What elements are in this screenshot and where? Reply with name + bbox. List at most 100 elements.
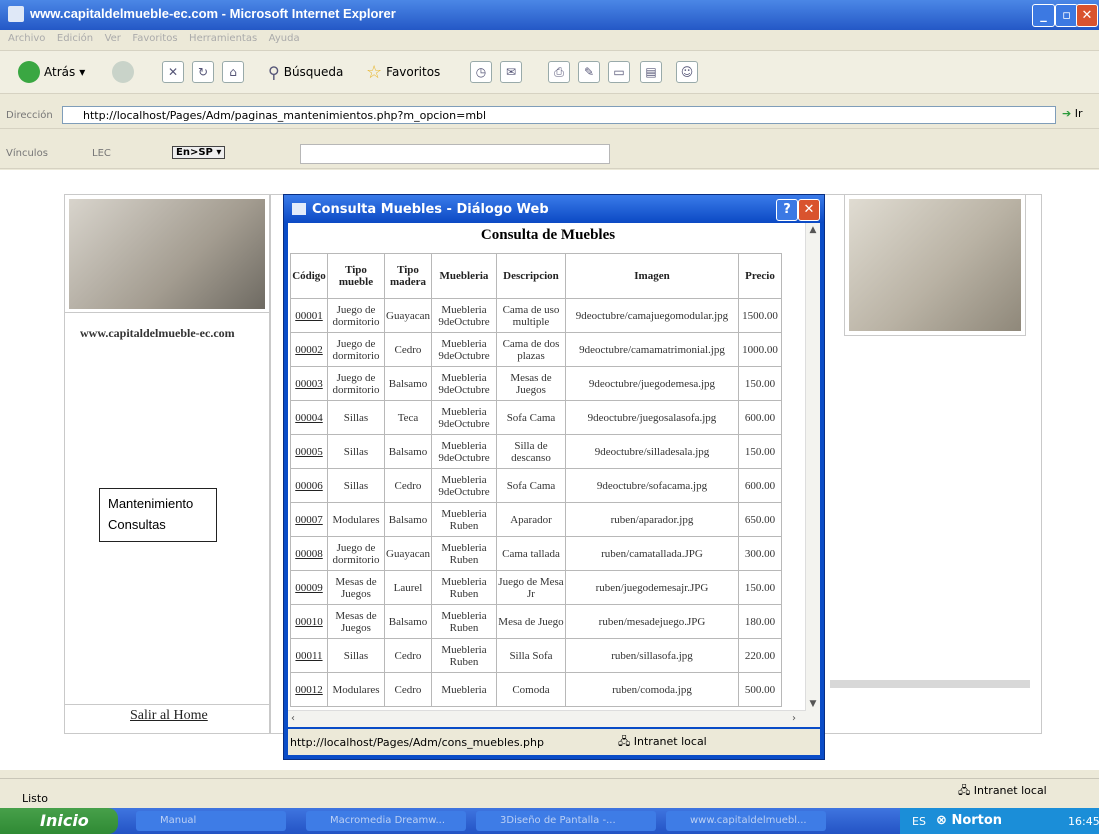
cell-imagen: ruben/juegodemesajr.JPG — [564, 570, 739, 605]
cell-codigo[interactable]: 00006 — [290, 468, 328, 503]
scroll-up-icon[interactable]: ▲ — [808, 225, 818, 235]
cell-precio: 1000.00 — [737, 332, 782, 367]
norton-icon: ⊗ — [936, 813, 947, 828]
go-button[interactable]: ➔ Ir — [1062, 107, 1083, 120]
scroll-left-icon[interactable]: ‹ — [291, 713, 295, 724]
page-hscroll[interactable] — [830, 680, 1030, 688]
task-dreamweaver[interactable]: Macromedia Dreamw... — [306, 811, 466, 831]
dialog-close-button[interactable]: ✕ — [798, 199, 820, 221]
task-diseno[interactable]: 3Diseño de Pantalla -... — [476, 811, 656, 831]
favorites-button[interactable]: ☆ Favoritos — [366, 59, 440, 85]
site-name: www.capitaldelmueble-ec.com — [80, 326, 235, 340]
cell-codigo[interactable]: 00005 — [290, 434, 328, 469]
table-row: 00011 Sillas Cedro Muebleria Ruben Silla Sof… — [290, 638, 782, 673]
scroll-down-icon[interactable]: ▼ — [808, 699, 818, 709]
history-button[interactable]: ◷ — [470, 59, 492, 85]
menu-herramientas[interactable]: Herramientas — [189, 33, 257, 44]
lec-link[interactable]: LEC — [92, 148, 111, 159]
print-button[interactable]: ⎙ — [548, 59, 570, 85]
dialog-hscroll[interactable]: ‹ › — [288, 710, 806, 727]
exit-home-link[interactable]: Salir al Home — [130, 708, 208, 724]
menu-consultas[interactable]: Consultas — [108, 514, 208, 535]
task-ie[interactable]: www.capitaldelmuebl... — [666, 811, 826, 831]
cell-descripcion: Cama tallada — [495, 536, 566, 571]
norton-tray[interactable]: ⊗ Norton — [936, 813, 1002, 828]
dialog-status-zone: 🖧 Intranet local — [618, 735, 707, 748]
status-zone: 🖧 Intranet local — [958, 784, 1047, 797]
cell-codigo[interactable]: 00011 — [290, 638, 328, 673]
col-imagen: Imagen — [564, 253, 739, 299]
task-manual[interactable]: Manual — [136, 811, 286, 831]
menu-favoritos[interactable]: Favoritos — [132, 33, 177, 44]
links-search-input[interactable] — [300, 144, 610, 164]
cell-codigo[interactable]: 00001 — [290, 298, 328, 333]
cell-codigo[interactable]: 00008 — [290, 536, 328, 571]
col-tipo-madera: Tipo madera — [384, 253, 432, 299]
cell-precio: 220.00 — [737, 638, 782, 673]
cell-imagen: 9deoctubre/silladesala.jpg — [564, 434, 739, 469]
status-text: Listo — [22, 792, 48, 805]
start-button[interactable]: Inicio — [0, 808, 118, 834]
stop-icon: ✕ — [162, 61, 184, 83]
cell-tipo-madera: Guayacan — [384, 298, 432, 333]
menu-ver[interactable]: Ver — [105, 33, 121, 44]
refresh-button[interactable]: ↻ — [192, 59, 214, 85]
cell-tipo-mueble: Sillas — [327, 400, 385, 435]
cell-tipo-mueble: Mesas de Juegos — [327, 570, 385, 605]
back-button[interactable]: Atrás ▾ — [18, 59, 85, 85]
menu-ayuda[interactable]: Ayuda — [269, 33, 300, 44]
cell-codigo[interactable]: 00004 — [290, 400, 328, 435]
discuss-button[interactable]: ▭ — [608, 59, 630, 85]
close-button[interactable]: ✕ — [1076, 4, 1098, 27]
messenger-button[interactable]: ☺ — [676, 59, 698, 85]
minimize-button[interactable]: _ — [1032, 4, 1055, 27]
cell-tipo-mueble: Sillas — [327, 638, 385, 673]
maximize-button[interactable]: ▫ — [1055, 4, 1078, 27]
table-row: 00005 Sillas Balsamo Muebleria 9deOctubre Si… — [290, 434, 782, 469]
translate-dropdown[interactable]: En>SP ▾ — [172, 146, 226, 159]
cell-descripcion: Silla de descanso — [495, 434, 566, 469]
research-icon: ▤ — [640, 61, 662, 83]
address-input[interactable]: http://localhost/Pages/Adm/paginas_mante… — [62, 106, 1056, 124]
table-row: 00002 Juego de dormitorio Cedro Muebleria 9… — [290, 332, 782, 367]
browser-statusbar: Listo 🖧 Intranet local — [0, 778, 1099, 805]
cell-imagen: 9deoctubre/camajuegomodular.jpg — [564, 298, 739, 333]
menu-mantenimiento[interactable]: Mantenimiento — [108, 493, 208, 514]
cell-tipo-madera: Guayacan — [384, 536, 432, 571]
cell-codigo[interactable]: 00009 — [290, 570, 328, 605]
cell-descripcion: Sofa Cama — [495, 400, 566, 435]
stop-button[interactable]: ✕ — [162, 59, 184, 85]
dialog-heading: Consulta de Muebles — [480, 227, 616, 243]
scroll-right-icon[interactable]: › — [792, 713, 796, 724]
mail-icon: ✉ — [500, 61, 522, 83]
cell-codigo[interactable]: 00012 — [290, 672, 328, 707]
ie-icon — [8, 6, 24, 22]
tray-lang[interactable]: ES — [912, 815, 926, 828]
help-button[interactable]: ? — [776, 199, 798, 221]
dialog-vscroll[interactable]: ▲ ▼ — [805, 223, 820, 727]
cell-imagen: 9deoctubre/juegodemesa.jpg — [564, 366, 739, 401]
search-button[interactable]: ⚲ Búsqueda — [268, 59, 343, 85]
research-button[interactable]: ▤ — [640, 59, 662, 85]
cell-codigo[interactable]: 00007 — [290, 502, 328, 537]
menu-archivo[interactable]: Archivo — [8, 33, 45, 44]
edit-button[interactable]: ✎ — [578, 59, 600, 85]
cell-muebleria: Muebleria 9deOctubre — [430, 332, 497, 367]
mail-button[interactable]: ✉ — [500, 59, 522, 85]
cell-imagen: ruben/camatallada.JPG — [564, 536, 739, 571]
menu-edicion[interactable]: Edición — [57, 33, 93, 44]
cell-tipo-mueble: Modulares — [327, 672, 385, 707]
cell-muebleria: Muebleria Ruben — [430, 502, 497, 537]
cell-codigo[interactable]: 00002 — [290, 332, 328, 367]
home-button[interactable]: ⌂ — [222, 59, 244, 85]
cell-tipo-mueble: Modulares — [327, 502, 385, 537]
table-row: 00008 Juego de dormitorio Guayacan Muebleri… — [290, 536, 782, 571]
cell-codigo[interactable]: 00003 — [290, 366, 328, 401]
cell-precio: 150.00 — [737, 366, 782, 401]
cell-muebleria: Muebleria — [430, 672, 497, 707]
cell-precio: 150.00 — [737, 570, 782, 605]
cell-codigo[interactable]: 00010 — [290, 604, 328, 639]
cell-tipo-mueble: Juego de dormitorio — [327, 332, 385, 367]
table-header-row: Código Tipo mueble Tipo madera Muebleria… — [290, 253, 782, 299]
forward-button[interactable] — [112, 59, 134, 85]
